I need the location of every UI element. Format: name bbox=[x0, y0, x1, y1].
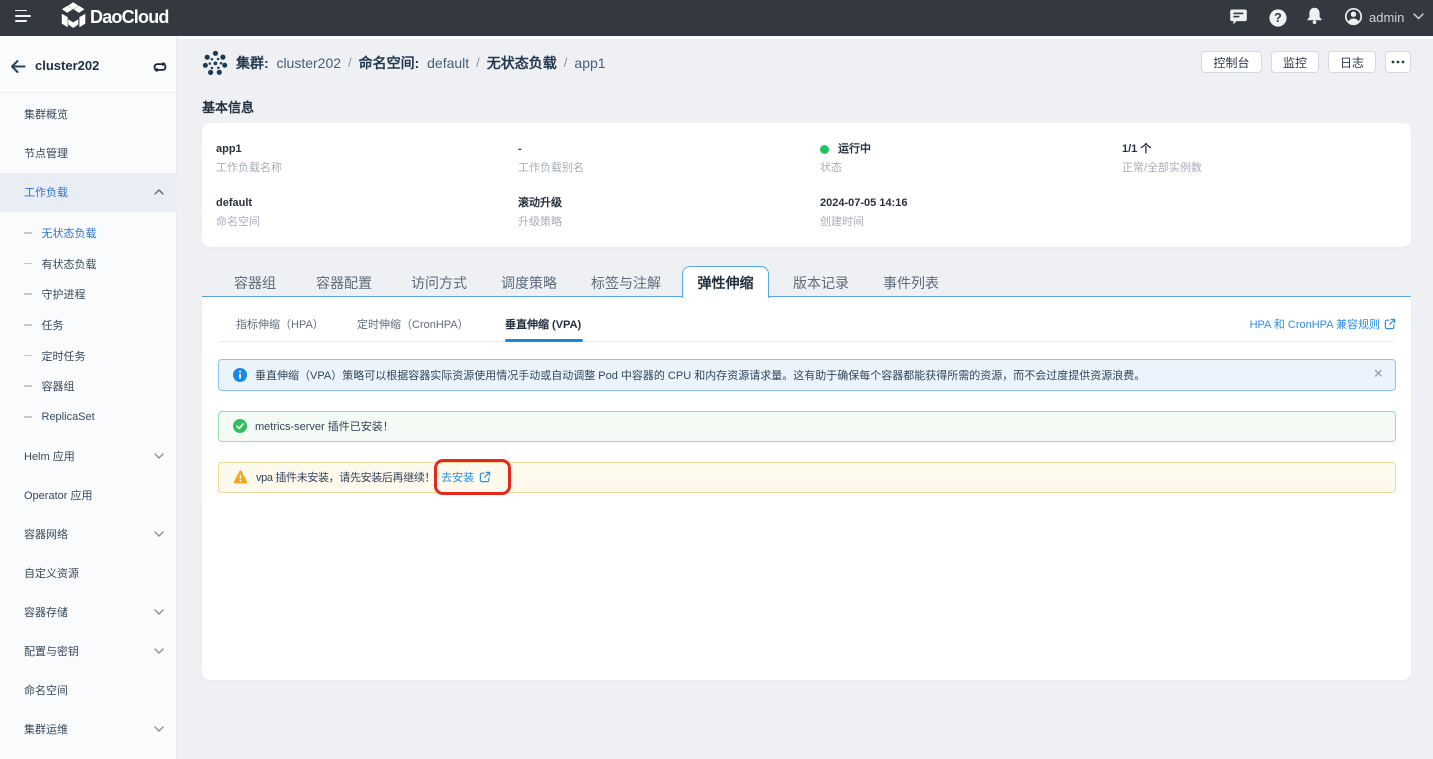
svg-text:?: ? bbox=[1274, 11, 1282, 25]
